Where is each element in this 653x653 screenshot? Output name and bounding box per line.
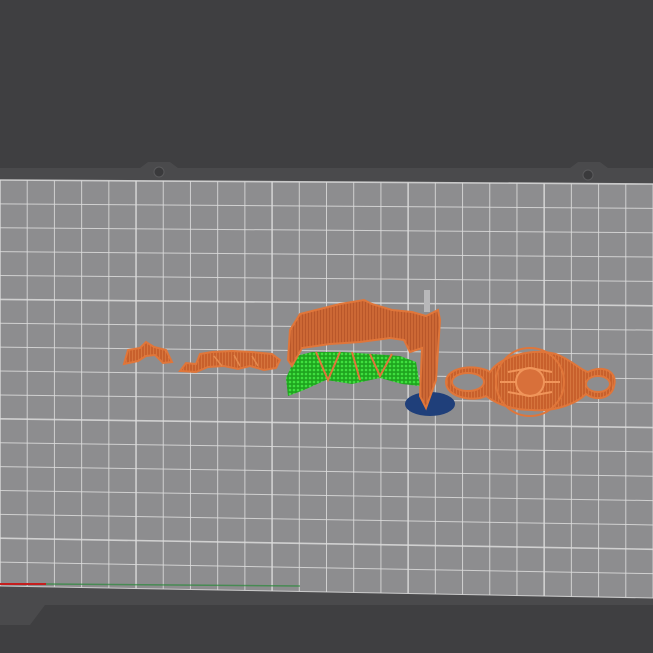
build-plate-scene[interactable]: [0, 0, 653, 653]
part-pillar: [424, 290, 430, 312]
bed-screw-right: [582, 169, 594, 181]
bed-screw-left: [153, 166, 165, 178]
3d-viewport[interactable]: [0, 0, 653, 653]
